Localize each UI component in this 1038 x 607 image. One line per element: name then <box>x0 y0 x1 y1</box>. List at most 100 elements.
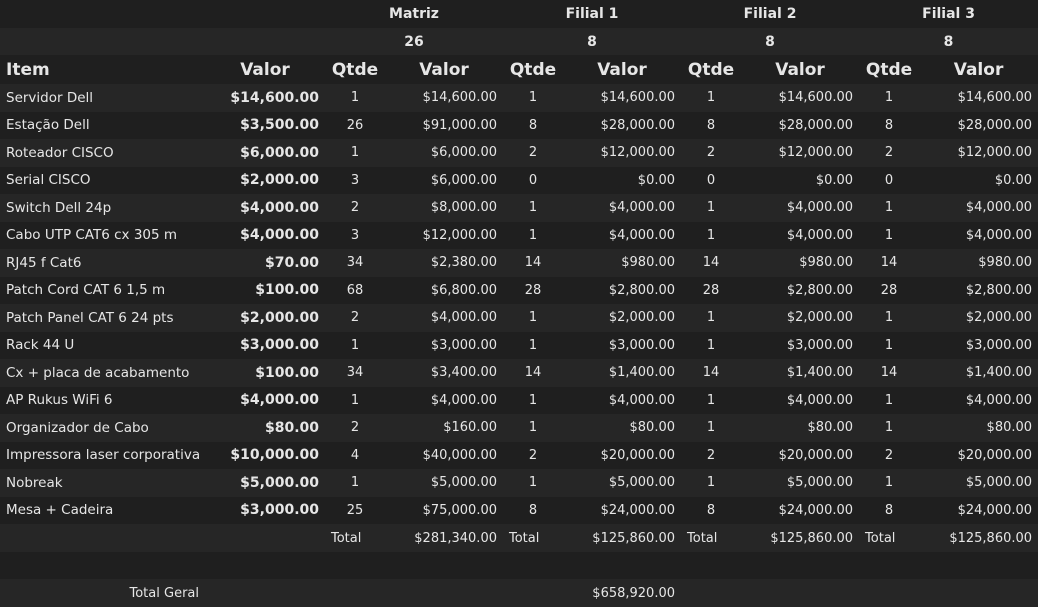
unit-price-cell[interactable]: $2,000.00 <box>205 304 325 332</box>
subtotal-cell[interactable]: $5,000.00 <box>919 469 1038 497</box>
empty-cell[interactable] <box>741 552 860 579</box>
subtotal-cell[interactable]: $2,380.00 <box>385 249 503 277</box>
quantity-cell[interactable]: 1 <box>503 386 563 414</box>
subtotal-cell[interactable]: $14,600.00 <box>919 84 1038 112</box>
quantity-cell[interactable]: 25 <box>325 496 385 524</box>
quantity-cell[interactable]: 34 <box>325 249 385 277</box>
unit-price-cell[interactable]: $4,000.00 <box>205 386 325 414</box>
quantity-cell[interactable]: 0 <box>859 166 920 194</box>
subtotal-cell[interactable]: $12,000.00 <box>563 139 682 167</box>
unit-price-cell[interactable]: $5,000.00 <box>205 469 325 497</box>
header-valor[interactable]: Valor <box>919 55 1038 84</box>
empty-cell[interactable] <box>0 552 205 579</box>
subtotal-cell[interactable]: $3,000.00 <box>741 331 860 359</box>
quantity-cell[interactable]: 8 <box>503 111 563 139</box>
item-cell[interactable]: Mesa + Cadeira <box>0 496 205 524</box>
header-qtde[interactable]: Qtde <box>681 55 742 84</box>
subtotal-cell[interactable]: $4,000.00 <box>563 194 682 222</box>
unit-price-cell[interactable]: $4,000.00 <box>205 221 325 249</box>
quantity-cell[interactable]: 2 <box>325 414 385 442</box>
subtotal-cell[interactable]: $3,000.00 <box>919 331 1038 359</box>
header-valor[interactable]: Valor <box>563 55 682 84</box>
item-cell[interactable]: Estação Dell <box>0 111 205 139</box>
total-label[interactable]: Total <box>859 524 920 552</box>
empty-cell[interactable] <box>503 552 563 579</box>
subtotal-cell[interactable]: $5,000.00 <box>385 469 503 497</box>
item-cell[interactable]: Patch Cord CAT 6 1,5 m <box>0 276 205 304</box>
header-valor[interactable]: Valor <box>741 55 860 84</box>
empty-cell[interactable] <box>681 579 742 607</box>
unit-price-cell[interactable]: $4,000.00 <box>205 194 325 222</box>
subtotal-cell[interactable]: $2,000.00 <box>741 304 860 332</box>
quantity-cell[interactable]: 1 <box>325 469 385 497</box>
empty-cell[interactable] <box>563 552 682 579</box>
subtotal-cell[interactable]: $4,000.00 <box>919 194 1038 222</box>
quantity-cell[interactable]: 1 <box>681 194 742 222</box>
subtotal-cell[interactable]: $2,000.00 <box>563 304 682 332</box>
item-cell[interactable]: Cx + placa de acabamento <box>0 359 205 387</box>
quantity-cell[interactable]: 1 <box>503 331 563 359</box>
unit-price-cell[interactable]: $3,500.00 <box>205 111 325 139</box>
subtotal-cell[interactable]: $6,000.00 <box>385 166 503 194</box>
subtotal-cell[interactable]: $75,000.00 <box>385 496 503 524</box>
subtotal-cell[interactable]: $1,400.00 <box>563 359 682 387</box>
quantity-cell[interactable]: 1 <box>859 414 920 442</box>
quantity-cell[interactable]: 3 <box>325 166 385 194</box>
quantity-cell[interactable]: 1 <box>325 386 385 414</box>
subtotal-cell[interactable]: $20,000.00 <box>919 441 1038 469</box>
quantity-cell[interactable]: 1 <box>681 304 742 332</box>
quantity-cell[interactable]: 8 <box>681 496 742 524</box>
unit-price-cell[interactable]: $6,000.00 <box>205 139 325 167</box>
unit-price-cell[interactable]: $10,000.00 <box>205 441 325 469</box>
unit-price-cell[interactable]: $2,000.00 <box>205 166 325 194</box>
subtotal-cell[interactable]: $24,000.00 <box>741 496 860 524</box>
subtotal-cell[interactable]: $1,400.00 <box>741 359 860 387</box>
branch-name[interactable]: Filial 3 <box>859 0 1038 28</box>
unit-price-cell[interactable]: $80.00 <box>205 414 325 442</box>
subtotal-cell[interactable]: $0.00 <box>563 166 682 194</box>
quantity-cell[interactable]: 8 <box>503 496 563 524</box>
quantity-cell[interactable]: 8 <box>859 111 920 139</box>
empty-cell[interactable] <box>859 552 920 579</box>
item-cell[interactable]: RJ45 f Cat6 <box>0 249 205 277</box>
quantity-cell[interactable]: 1 <box>503 194 563 222</box>
total-value[interactable]: $125,860.00 <box>563 524 682 552</box>
quantity-cell[interactable]: 3 <box>325 221 385 249</box>
header-valor[interactable]: Valor <box>385 55 503 84</box>
subtotal-cell[interactable]: $5,000.00 <box>741 469 860 497</box>
subtotal-cell[interactable]: $4,000.00 <box>741 386 860 414</box>
item-cell[interactable]: Cabo UTP CAT6 cx 305 m <box>0 221 205 249</box>
item-cell[interactable]: Patch Panel CAT 6 24 pts <box>0 304 205 332</box>
subtotal-cell[interactable]: $14,600.00 <box>741 84 860 112</box>
quantity-cell[interactable]: 26 <box>325 111 385 139</box>
subtotal-cell[interactable]: $80.00 <box>919 414 1038 442</box>
grand-total-label[interactable]: Total Geral <box>0 579 205 607</box>
empty-cell[interactable] <box>919 552 1038 579</box>
quantity-cell[interactable]: 1 <box>681 469 742 497</box>
subtotal-cell[interactable]: $28,000.00 <box>919 111 1038 139</box>
empty-cell[interactable] <box>0 524 205 552</box>
subtotal-cell[interactable]: $12,000.00 <box>919 139 1038 167</box>
subtotal-cell[interactable]: $4,000.00 <box>919 386 1038 414</box>
empty-cell[interactable] <box>205 524 325 552</box>
quantity-cell[interactable]: 1 <box>859 386 920 414</box>
quantity-cell[interactable]: 14 <box>503 249 563 277</box>
subtotal-cell[interactable]: $3,000.00 <box>385 331 503 359</box>
subtotal-cell[interactable]: $0.00 <box>919 166 1038 194</box>
quantity-cell[interactable]: 2 <box>503 139 563 167</box>
empty-cell[interactable] <box>325 579 385 607</box>
empty-cell[interactable] <box>681 552 742 579</box>
empty-cell[interactable] <box>919 579 1038 607</box>
quantity-cell[interactable]: 1 <box>503 304 563 332</box>
total-value[interactable]: $125,860.00 <box>741 524 860 552</box>
subtotal-cell[interactable]: $980.00 <box>741 249 860 277</box>
branch-count[interactable]: 26 <box>325 28 503 55</box>
unit-price-cell[interactable]: $3,000.00 <box>205 331 325 359</box>
subtotal-cell[interactable]: $28,000.00 <box>741 111 860 139</box>
subtotal-cell[interactable]: $20,000.00 <box>741 441 860 469</box>
subtotal-cell[interactable]: $980.00 <box>919 249 1038 277</box>
quantity-cell[interactable]: 2 <box>325 304 385 332</box>
quantity-cell[interactable]: 1 <box>859 221 920 249</box>
empty-cell[interactable] <box>205 552 325 579</box>
item-cell[interactable]: Switch Dell 24p <box>0 194 205 222</box>
